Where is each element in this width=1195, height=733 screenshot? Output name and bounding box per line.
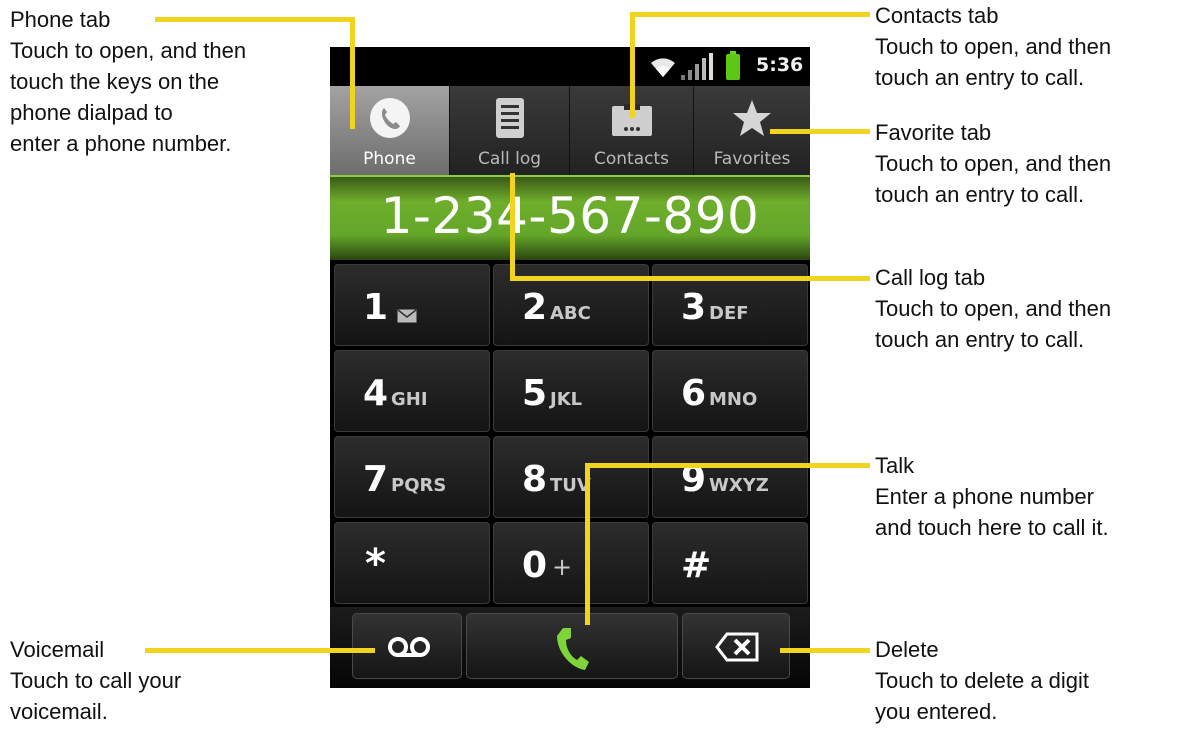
leader-line-favorite-tab (770, 129, 870, 134)
key-digit: # (681, 545, 712, 586)
leader-line-phone-tab (350, 17, 355, 129)
call-log-icon (492, 96, 528, 145)
callout-title: Favorite tab (875, 120, 992, 145)
key-4[interactable]: 4 GHI (334, 350, 490, 432)
voicemail-icon (387, 636, 431, 663)
key-star[interactable]: * (334, 522, 490, 604)
key-letters: + (552, 553, 573, 581)
callout-voicemail: Voicemail Touch to call your voicemail. (10, 634, 181, 727)
key-6[interactable]: 6 MNO (652, 350, 808, 432)
key-0[interactable]: 0 + (493, 522, 649, 604)
callout-title: Talk (875, 453, 915, 478)
callout-description: Touch to open, and then touch an entry t… (875, 151, 1112, 207)
key-digit: 4 (363, 373, 389, 414)
dial-display: 1-234-567-890 (330, 175, 810, 260)
callout-call-log-tab: Call log tab Touch to open, and then tou… (875, 262, 1111, 355)
callout-description: Touch to open, and then touch an entry t… (875, 34, 1112, 90)
key-letters: MNO (709, 389, 758, 410)
status-bar: 5:36 (330, 47, 810, 86)
callout-delete: Delete Touch to delete a digit you enter… (875, 634, 1089, 727)
leader-line-call-log-tab (510, 173, 515, 281)
key-letters: JKL (550, 389, 583, 410)
backspace-icon (715, 632, 759, 667)
phone-icon (368, 96, 412, 145)
battery-icon (725, 51, 741, 86)
key-pound[interactable]: # (652, 522, 808, 604)
callout-description: Enter a phone number and touch here to c… (875, 484, 1109, 540)
voicemail-envelope-icon (397, 309, 417, 328)
key-9[interactable]: 9 WXYZ (652, 436, 808, 518)
voicemail-button[interactable] (352, 613, 462, 679)
callout-description: Touch to delete a digit you entered. (875, 668, 1090, 724)
talk-button[interactable] (466, 613, 678, 679)
callout-title: Voicemail (10, 637, 105, 662)
callout-title: Call log tab (875, 265, 986, 290)
callout-phone-tab: Phone tab Touch to open, and then touch … (10, 4, 246, 159)
status-clock: 5:36 (756, 54, 804, 76)
key-digit: 0 (522, 545, 548, 586)
tab-label: Call log (477, 149, 542, 169)
key-digit: 5 (522, 373, 548, 414)
leader-line-delete (780, 648, 870, 653)
key-digit: 3 (681, 287, 707, 328)
key-digit: * (365, 541, 386, 587)
callout-title: Contacts tab (875, 3, 999, 28)
key-letters: ABC (550, 303, 591, 324)
tab-bar: Phone Call log Contacts Favorites (330, 86, 810, 175)
callout-description: Touch to open, and then touch the keys o… (10, 38, 247, 156)
leader-line-call-log-tab (510, 276, 870, 281)
dialed-number: 1-234-567-890 (380, 187, 760, 245)
callout-description: Touch to open, and then touch an entry t… (875, 296, 1112, 352)
callout-title: Delete (875, 637, 939, 662)
key-digit: 2 (522, 287, 548, 328)
signal-icon (680, 53, 714, 86)
callout-title: Phone tab (10, 7, 111, 32)
leader-line-contacts-tab (630, 12, 870, 17)
key-letters: WXYZ (709, 475, 769, 496)
callout-talk: Talk Enter a phone number and touch here… (875, 450, 1109, 543)
leader-line-talk (585, 463, 870, 468)
tab-call-log[interactable]: Call log (450, 86, 570, 175)
action-bar (330, 607, 810, 688)
leader-line-talk (585, 463, 590, 625)
tab-phone[interactable]: Phone (330, 86, 450, 175)
delete-button[interactable] (682, 613, 790, 679)
wifi-icon (648, 55, 678, 84)
dialpad: 1 2 ABC 3 DEF 4 GHI 5 JKL 6 MNO 7 PQRS 8… (330, 262, 810, 607)
tab-label: Contacts (594, 149, 669, 169)
key-digit: 6 (681, 373, 707, 414)
key-1[interactable]: 1 (334, 264, 490, 346)
tab-label: Favorites (713, 149, 791, 169)
callout-favorite-tab: Favorite tab Touch to open, and then tou… (875, 117, 1111, 210)
key-digit: 1 (363, 287, 389, 328)
callout-description: Touch to call your voicemail. (10, 668, 182, 724)
key-7[interactable]: 7 PQRS (334, 436, 490, 518)
phone-screen: 5:36 Phone Call log Contacts Favorites 1… (330, 47, 810, 688)
leader-line-contacts-tab (630, 12, 635, 118)
key-letters: PQRS (391, 475, 447, 496)
key-digit: 8 (522, 459, 548, 500)
key-8[interactable]: 8 TUV (493, 436, 649, 518)
callout-contacts-tab: Contacts tab Touch to open, and then tou… (875, 0, 1111, 93)
tab-label: Phone (363, 149, 416, 169)
star-icon (730, 96, 774, 145)
key-letters: GHI (391, 389, 428, 410)
handset-icon (553, 624, 593, 677)
key-digit: 7 (363, 459, 389, 500)
key-letters: DEF (709, 303, 749, 324)
key-5[interactable]: 5 JKL (493, 350, 649, 432)
